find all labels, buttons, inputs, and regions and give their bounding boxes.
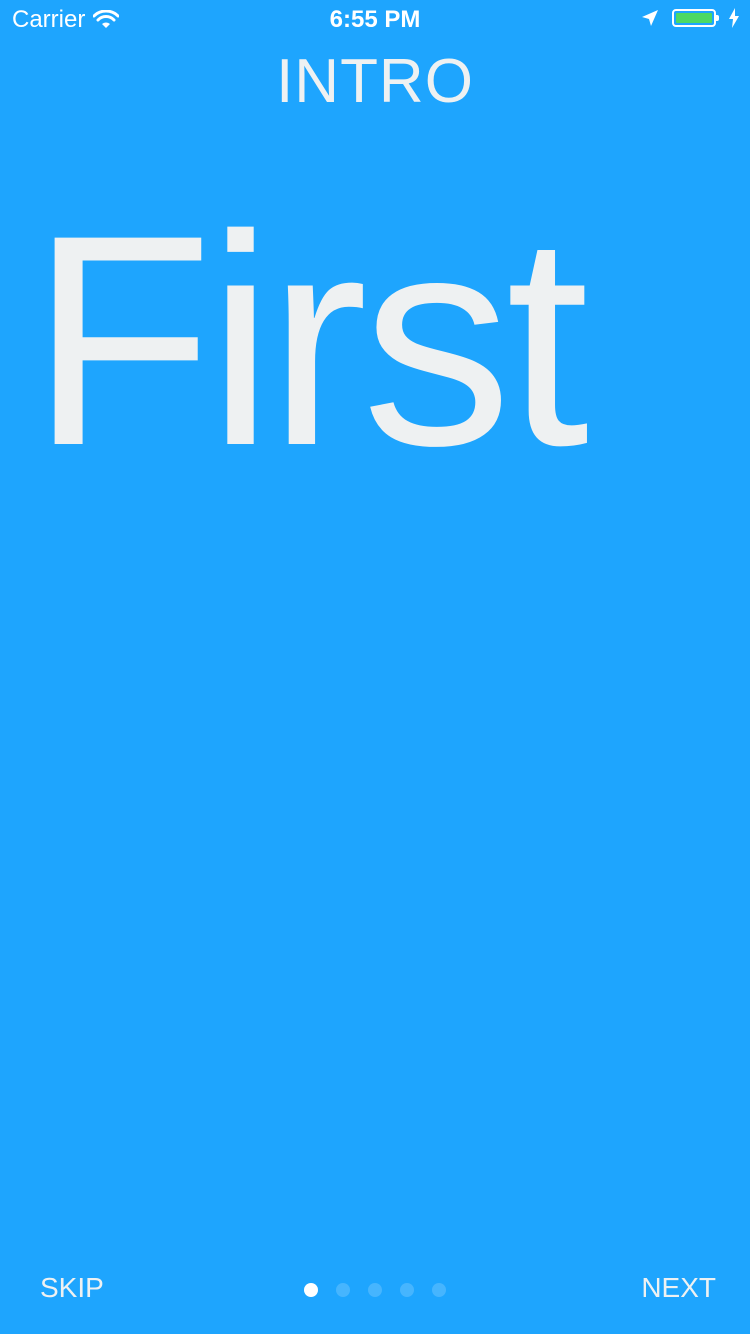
page-control[interactable] xyxy=(304,1283,446,1297)
skip-button[interactable]: SKIP xyxy=(40,1272,104,1304)
status-time: 6:55 PM xyxy=(329,6,421,33)
page-title: INTRO xyxy=(276,47,474,116)
battery-fill xyxy=(676,13,712,23)
page-dot-3[interactable] xyxy=(368,1283,382,1297)
page-dot-4[interactable] xyxy=(400,1283,414,1297)
page-dot-2[interactable] xyxy=(336,1283,350,1297)
page-dot-1[interactable] xyxy=(304,1283,318,1297)
next-button[interactable]: NEXT xyxy=(641,1272,716,1304)
status-right-group xyxy=(640,8,740,28)
battery-icon xyxy=(672,9,719,27)
location-arrow-icon xyxy=(642,10,658,26)
bottom-bar: SKIP NEXT xyxy=(0,1262,750,1318)
page-dot-5[interactable] xyxy=(432,1283,446,1297)
charging-bolt-icon xyxy=(729,8,739,28)
hero-text: First xyxy=(30,172,589,508)
status-bar: Carrier 6:55 PM xyxy=(0,0,750,40)
